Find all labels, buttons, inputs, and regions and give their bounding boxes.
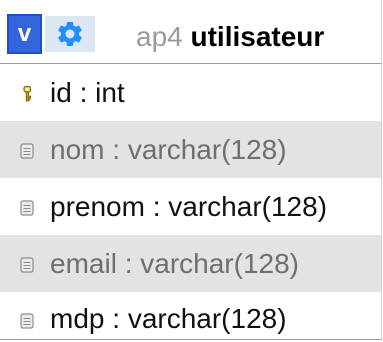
column-row-prenom[interactable]: prenom : varchar(128) [0, 178, 381, 235]
column-label: nom : varchar(128) [50, 134, 287, 166]
column-type: varchar(128) [140, 248, 299, 279]
column-label: mdp : varchar(128) [50, 303, 287, 335]
column-icon [20, 313, 34, 329]
view-table-label: v [17, 20, 32, 47]
column-type: varchar(128) [168, 191, 328, 222]
table-header: v ap4 utilisateur [0, 0, 381, 64]
column-separator: : [104, 134, 128, 165]
database-name: ap4 [136, 21, 183, 52]
key-icon [23, 85, 32, 102]
column-label: prenom : varchar(128) [50, 191, 328, 223]
column-name: prenom [50, 191, 145, 222]
column-name: nom [50, 134, 105, 165]
table-card-utilisateur: v ap4 utilisateur id : int nom: varchar… [0, 0, 382, 340]
column-icon [20, 257, 34, 273]
column-type: varchar(128) [127, 134, 287, 165]
column-separator: : [104, 303, 128, 334]
column-separator: : [144, 191, 169, 222]
column-row-email[interactable]: email : varchar(128) [0, 235, 381, 292]
column-row-mdp[interactable]: mdp : varchar(128) [0, 292, 381, 339]
column-type: varchar(128) [127, 303, 287, 334]
table-name: utilisateur [190, 21, 325, 52]
column-separator: : [71, 77, 96, 108]
column-name: id [50, 77, 72, 108]
table-options-button[interactable] [45, 16, 95, 52]
column-label: email : varchar(128) [50, 248, 299, 280]
column-row-nom[interactable]: nom : varchar(128) [0, 121, 381, 178]
column-separator: : [116, 248, 141, 279]
view-table-button[interactable]: v [7, 14, 42, 54]
table-title[interactable]: ap4 utilisateur [136, 23, 324, 51]
column-label: id : int [50, 77, 125, 109]
column-name: email [50, 248, 117, 279]
column-name: mdp [50, 303, 105, 334]
column-icon [20, 200, 34, 216]
column-type: int [95, 77, 125, 108]
column-row-id[interactable]: id : int [0, 64, 381, 121]
gear-icon [58, 21, 82, 47]
column-icon [20, 143, 34, 159]
